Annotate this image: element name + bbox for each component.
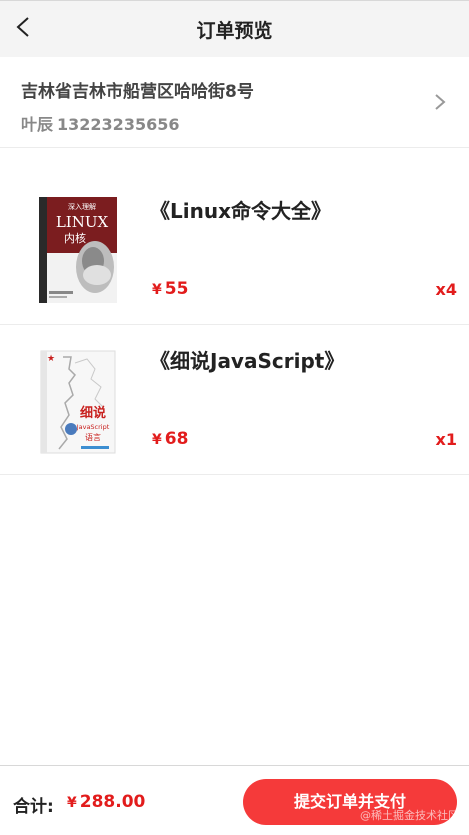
svg-text:内核: 内核 — [64, 231, 86, 245]
list-item[interactable]: ★ 细说 JavaScript 语言 《细说JavaScript》 ¥68 x1 — [0, 325, 469, 475]
contact-info: 叶辰 13223235656 — [21, 111, 179, 135]
total-label: 合计: — [13, 797, 54, 817]
recipient-name: 叶辰 — [21, 115, 54, 134]
svg-text:JavaScript: JavaScript — [76, 423, 110, 431]
svg-text:语言: 语言 — [85, 432, 101, 442]
address-card[interactable]: 吉林省吉林市船营区哈哈街8号 叶辰 13223235656 — [0, 57, 469, 148]
svg-text:细说: 细说 — [80, 405, 106, 421]
chevron-right-icon — [435, 94, 446, 110]
checkout-bar: 合计: ¥288.00 提交订单并支付 @稀土掘金技术社区 — [0, 765, 469, 835]
svg-text:LINUX: LINUX — [56, 213, 109, 231]
item-price: ¥55 — [152, 279, 188, 299]
currency-symbol: ¥ — [67, 795, 77, 811]
currency-symbol: ¥ — [152, 432, 162, 448]
book-cover-linux: 深入理解 LINUX 内核 — [39, 197, 117, 303]
item-title: 《细说JavaScript》 — [150, 349, 345, 373]
total-value: 288.00 — [79, 792, 146, 812]
total-amount: ¥288.00 — [67, 792, 145, 812]
svg-text:★: ★ — [47, 354, 55, 364]
price-value: 55 — [164, 279, 189, 299]
item-title: 《Linux命令大全》 — [150, 199, 331, 223]
recipient-phone: 13223235656 — [57, 115, 180, 134]
currency-symbol: ¥ — [152, 282, 162, 298]
watermark: @稀土掘金技术社区 — [360, 809, 459, 822]
svg-text:深入理解: 深入理解 — [68, 202, 96, 211]
item-price: ¥68 — [152, 429, 188, 449]
address-text: 吉林省吉林市船营区哈哈街8号 — [21, 82, 254, 102]
item-quantity: x1 — [435, 430, 457, 449]
order-preview-page: 订单预览 吉林省吉林市船营区哈哈街8号 叶辰 13223235656 深入理解 L… — [0, 0, 469, 835]
page-title: 订单预览 — [196, 20, 273, 42]
list-item[interactable]: 深入理解 LINUX 内核 《Linux命令大全》 ¥55 x4 — [0, 175, 469, 325]
item-quantity: x4 — [435, 280, 457, 299]
book-cover-javascript: ★ 细说 JavaScript 语言 — [40, 350, 116, 454]
price-value: 68 — [164, 429, 189, 449]
header-bar: 订单预览 — [0, 0, 469, 57]
